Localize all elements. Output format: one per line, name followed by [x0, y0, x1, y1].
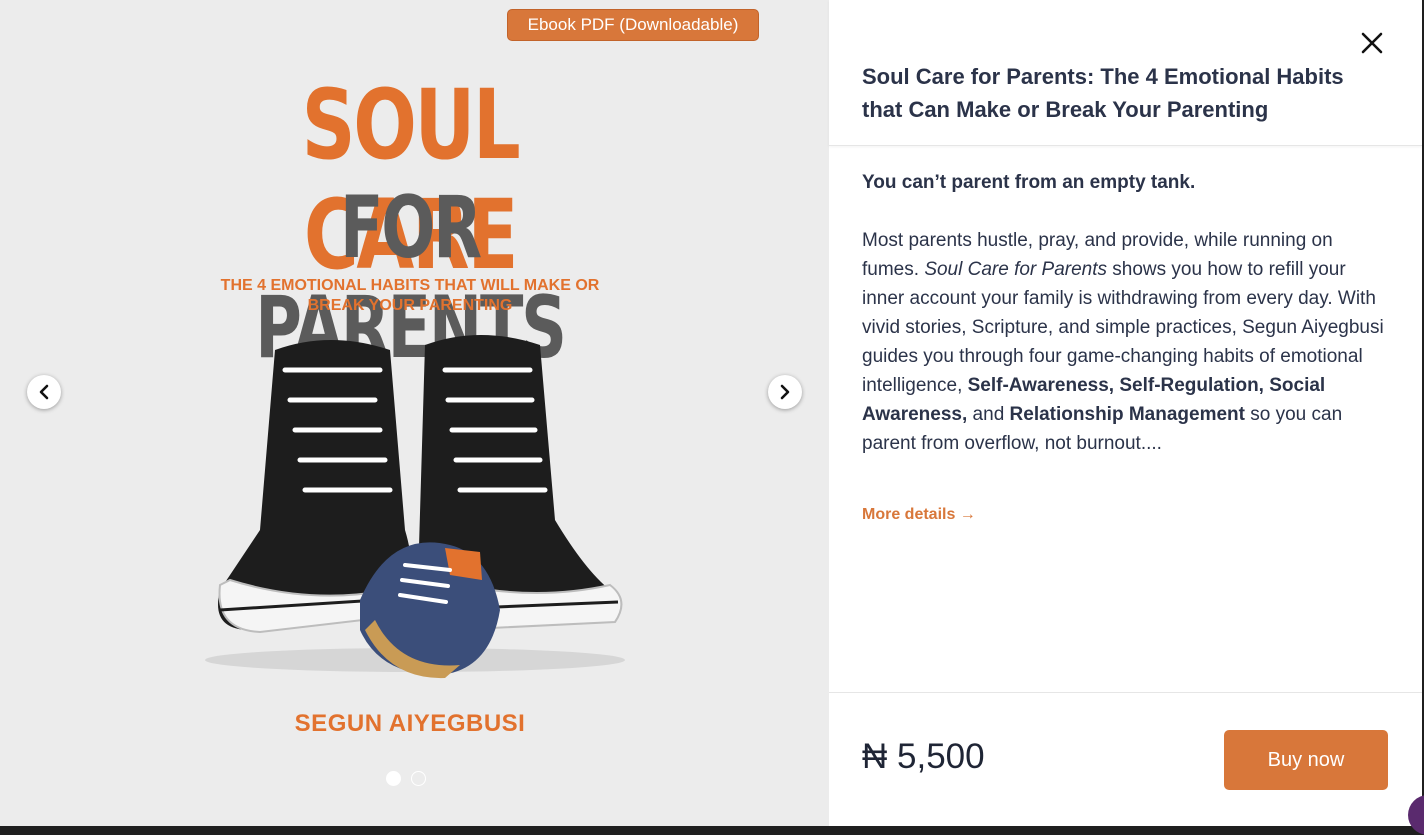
buy-now-button[interactable]: Buy now: [1224, 730, 1388, 790]
slide-dot-1[interactable]: [386, 771, 401, 786]
description-body: Most parents hustle, pray, and provide, …: [862, 226, 1387, 458]
description-book-title: Soul Care for Parents: [924, 259, 1108, 280]
product-details-panel: Soul Care for Parents: The 4 Emotional H…: [829, 0, 1422, 826]
purchase-footer: ₦ 5,500 Buy now: [829, 692, 1422, 827]
price: ₦ 5,500: [862, 737, 985, 776]
description-text-3: and: [967, 404, 1010, 425]
cover-subtitle: THE 4 EMOTIONAL HABITS THAT WILL MAKE OR…: [220, 277, 600, 314]
sneakers-illustration: [205, 335, 625, 679]
slide-indicators: [386, 771, 426, 786]
product-title: Soul Care for Parents: The 4 Emotional H…: [862, 64, 1344, 122]
format-badge: Ebook PDF (Downloadable): [507, 9, 759, 41]
more-details-link[interactable]: More details →: [862, 506, 976, 524]
product-modal: SOUL CARE FOR PARENTS THE 4 EMOTIONAL HA…: [0, 0, 1422, 826]
panel-header: Soul Care for Parents: The 4 Emotional H…: [829, 0, 1422, 146]
cover-author: SEGUN AIYEGBUSI: [294, 710, 526, 737]
product-description: You can’t parent from an empty tank. Mos…: [862, 168, 1387, 458]
slide-dot-2[interactable]: [411, 771, 426, 786]
description-lead: You can’t parent from an empty tank.: [862, 172, 1196, 193]
description-habit-last: Relationship Management: [1009, 404, 1245, 425]
next-slide-button[interactable]: [768, 375, 802, 409]
product-image-gallery: SOUL CARE FOR PARENTS THE 4 EMOTIONAL HA…: [0, 0, 829, 826]
close-button[interactable]: [1359, 30, 1385, 56]
book-cover-image: SOUL CARE FOR PARENTS THE 4 EMOTIONAL HA…: [160, 60, 660, 760]
chevron-right-icon: [780, 384, 790, 400]
close-icon: [1361, 32, 1383, 54]
previous-slide-button[interactable]: [27, 375, 61, 409]
chevron-left-icon: [39, 384, 49, 400]
